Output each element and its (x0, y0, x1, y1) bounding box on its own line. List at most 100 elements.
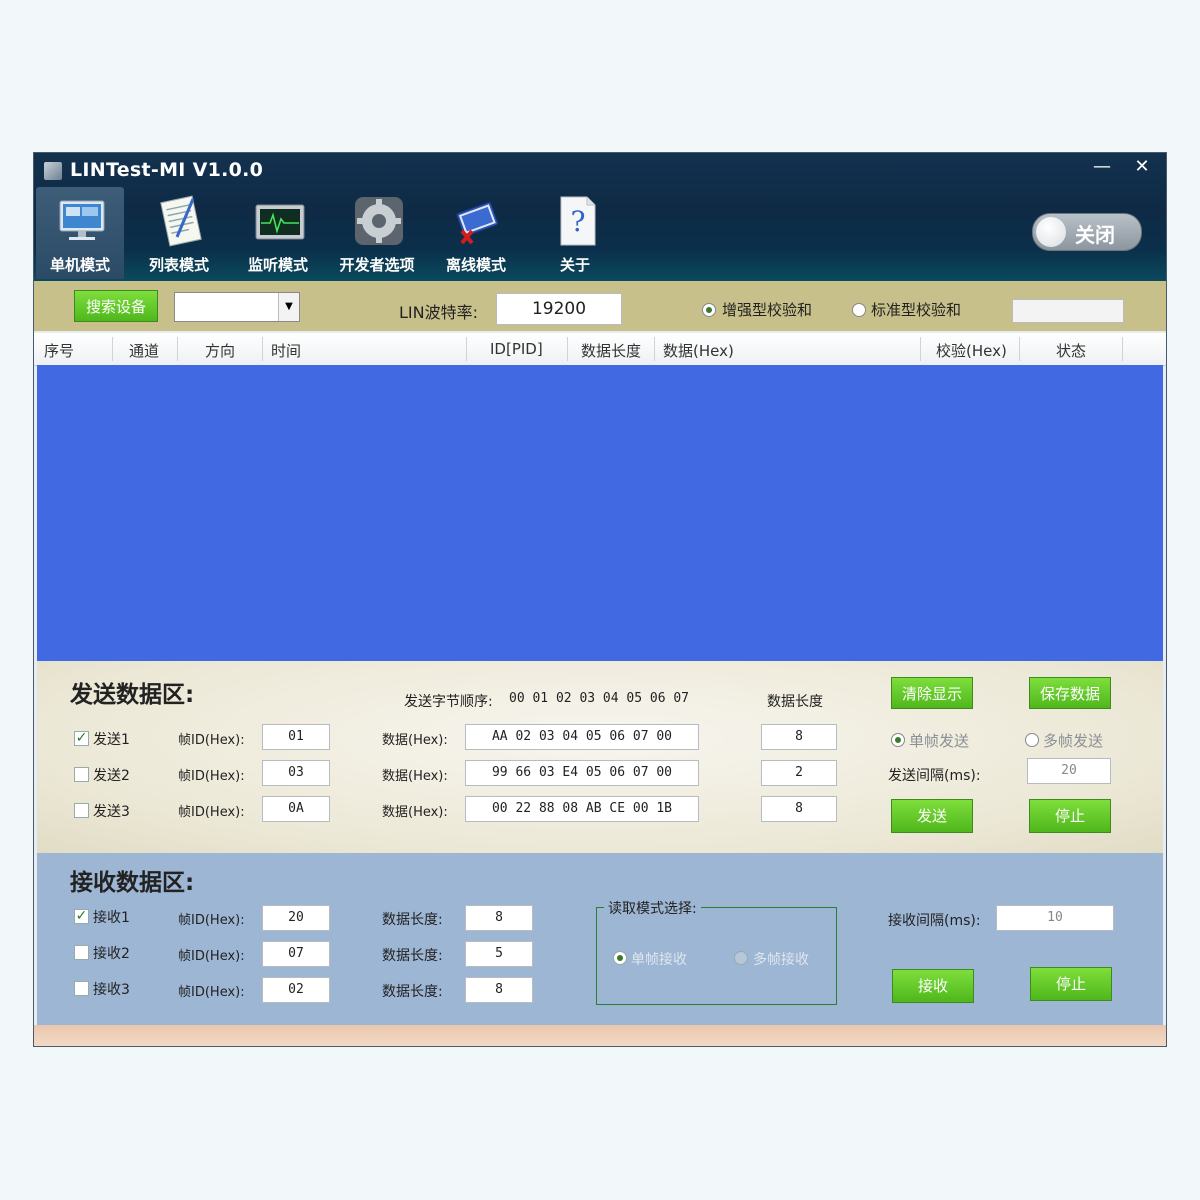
table-header: 序号 通道 方向 时间 ID[PID] 数据长度 数据(Hex) 校验(Hex)… (34, 333, 1166, 366)
receive3-frame-id-input[interactable]: 02 (262, 977, 330, 1003)
tool-list-mode[interactable]: 列表模式 (135, 187, 223, 279)
send3-length-input[interactable]: 8 (761, 796, 837, 822)
col-divider (654, 337, 655, 361)
tool-standalone-mode[interactable]: 单机模式 (36, 187, 124, 279)
power-toggle[interactable]: 关闭 (1032, 213, 1142, 251)
receive2-length-input[interactable]: 5 (465, 941, 533, 967)
receive3-checkbox[interactable] (74, 981, 89, 996)
multi-frame-receive-radio[interactable] (734, 951, 748, 965)
tool-label: 开发者选项 (339, 256, 415, 274)
col-status: 状态 (1056, 342, 1087, 360)
receive1-label: 接收1 (93, 910, 130, 926)
col-index: 序号 (44, 342, 75, 360)
chevron-down-icon[interactable]: ▼ (278, 293, 299, 321)
col-direction: 方向 (205, 342, 236, 360)
col-divider (466, 337, 467, 361)
minimize-button[interactable]: — (1086, 155, 1118, 179)
col-divider (920, 337, 921, 361)
notepad-icon (160, 195, 202, 247)
send-title: 发送数据区: (70, 682, 195, 708)
tool-label: 关于 (559, 256, 590, 274)
monitor-icon (59, 200, 105, 240)
send2-checkbox[interactable] (74, 767, 89, 782)
frame-id-label: 帧ID(Hex): (178, 769, 245, 784)
send1-label: 发送1 (93, 732, 130, 748)
app-window: LINTest-MI V1.0.0 — ✕ 单机模式 列表模式 监听模式 开发者… (33, 152, 1167, 1047)
receive1-length-input[interactable]: 8 (465, 905, 533, 931)
data-label: 数据(Hex): (382, 769, 448, 784)
col-checksum: 校验(Hex) (936, 342, 1007, 360)
app-logo-icon (44, 162, 62, 180)
frame-id-label: 帧ID(Hex): (178, 805, 245, 820)
status-bar (34, 1025, 1166, 1046)
save-data-button[interactable]: 保存数据 (1029, 677, 1111, 709)
tool-monitor-mode[interactable]: 监听模式 (234, 187, 322, 279)
receive1-checkbox[interactable]: ✓ (74, 909, 89, 924)
read-mode-label: 读取模式选择: (604, 898, 701, 918)
tool-label: 列表模式 (148, 256, 209, 274)
baud-input[interactable]: 19200 (496, 293, 622, 325)
toggle-label: 关闭 (1075, 223, 1115, 247)
tool-offline-mode[interactable]: 离线模式 (432, 187, 520, 279)
col-id: ID[PID] (490, 340, 543, 358)
tool-developer-options[interactable]: 开发者选项 (333, 187, 421, 279)
send1-data-input[interactable]: AA 02 03 04 05 06 07 00 (465, 724, 699, 750)
single-frame-send-radio[interactable] (891, 733, 905, 747)
gear-icon (355, 197, 403, 245)
send2-frame-id-input[interactable]: 03 (262, 760, 330, 786)
send3-frame-id-input[interactable]: 0A (262, 796, 330, 822)
tool-label: 离线模式 (445, 256, 506, 274)
close-button[interactable]: ✕ (1126, 155, 1158, 179)
send-interval-input[interactable]: 20 (1027, 758, 1111, 784)
multi-frame-send-radio[interactable] (1025, 733, 1039, 747)
send2-length-input[interactable]: 2 (761, 760, 837, 786)
multi-frame-receive-label: 多帧接收 (753, 952, 809, 968)
byte-order-label: 发送字节顺序: (404, 694, 493, 710)
send-stop-button[interactable]: 停止 (1029, 799, 1111, 833)
length-label: 数据长度: (382, 984, 443, 1000)
send2-data-input[interactable]: 99 66 03 E4 05 06 07 00 (465, 760, 699, 786)
send3-data-input[interactable]: 00 22 88 08 AB CE 00 1B (465, 796, 699, 822)
device-select[interactable]: ▼ (174, 292, 300, 322)
tool-label: 监听模式 (247, 256, 308, 274)
receive2-checkbox[interactable] (74, 945, 89, 960)
clear-display-button[interactable]: 清除显示 (891, 677, 973, 709)
send-interval-label: 发送间隔(ms): (888, 768, 981, 784)
frame-id-label: 帧ID(Hex): (178, 949, 245, 964)
oscilloscope-icon (255, 204, 305, 240)
receive-interval-input[interactable]: 10 (996, 905, 1114, 931)
send-button[interactable]: 发送 (891, 799, 973, 833)
receive-area: 接收数据区: ✓ 接收1 帧ID(Hex): 20 数据长度: 8 接收2 帧I… (37, 853, 1163, 1025)
receive-stop-button[interactable]: 停止 (1030, 967, 1112, 1001)
send1-checkbox[interactable]: ✓ (74, 731, 89, 746)
standard-checksum-radio[interactable] (852, 303, 866, 317)
col-divider (262, 337, 263, 361)
data-label: 数据(Hex): (382, 805, 448, 820)
col-divider (1019, 337, 1020, 361)
send3-checkbox[interactable] (74, 803, 89, 818)
frame-table-body[interactable] (37, 365, 1163, 661)
question-icon: ? (560, 196, 596, 246)
col-divider (1122, 337, 1123, 361)
col-channel: 通道 (129, 342, 160, 360)
send1-length-input[interactable]: 8 (761, 724, 837, 750)
frame-id-label: 帧ID(Hex): (178, 913, 245, 928)
multi-frame-send-label: 多帧发送 (1043, 732, 1104, 750)
receive2-frame-id-input[interactable]: 07 (262, 941, 330, 967)
receive-button[interactable]: 接收 (892, 969, 974, 1003)
receive1-frame-id-input[interactable]: 20 (262, 905, 330, 931)
single-frame-receive-radio[interactable] (613, 951, 627, 965)
length-label: 数据长度: (382, 948, 443, 964)
svg-text:?: ? (570, 205, 585, 238)
col-divider (567, 337, 568, 361)
send1-frame-id-input[interactable]: 01 (262, 724, 330, 750)
receive3-length-input[interactable]: 8 (465, 977, 533, 1003)
tool-about[interactable]: ? 关于 (531, 187, 619, 279)
col-time: 时间 (271, 342, 302, 360)
search-device-button[interactable]: 搜索设备 (74, 290, 158, 322)
status-field (1012, 299, 1124, 323)
title-bar: LINTest-MI V1.0.0 — ✕ 单机模式 列表模式 监听模式 开发者… (34, 153, 1166, 281)
book-icon (456, 201, 499, 245)
enhanced-checksum-radio[interactable] (702, 303, 716, 317)
single-frame-send-label: 单帧发送 (909, 732, 970, 750)
